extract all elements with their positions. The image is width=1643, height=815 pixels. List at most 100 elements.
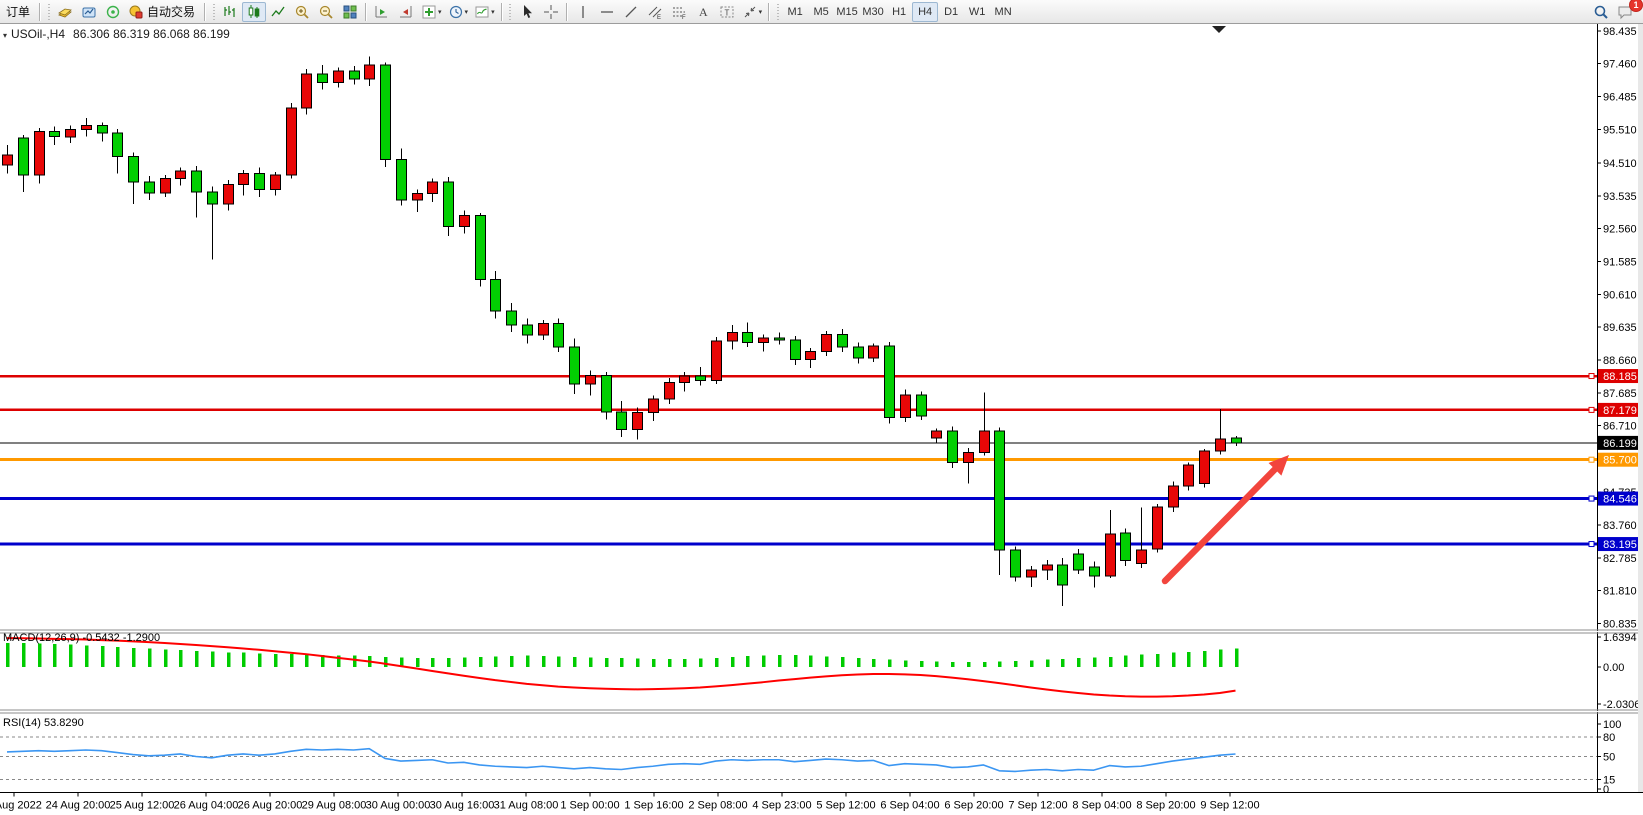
autotrading-button[interactable]: 自动交易 bbox=[125, 2, 201, 22]
level-line-handle[interactable] bbox=[1589, 374, 1594, 379]
timeframe-m30-button[interactable]: M30 bbox=[860, 2, 886, 22]
ohlc-values: 86.306 86.319 86.068 86.199 bbox=[73, 27, 230, 41]
text-button[interactable]: A bbox=[691, 2, 715, 22]
equidistant-channel-button[interactable]: E bbox=[643, 2, 667, 22]
order-button[interactable]: 订单 bbox=[0, 2, 36, 22]
time-axis-label: 4 Sep 23:00 bbox=[752, 800, 811, 812]
price-level-badge-label: 87.179 bbox=[1603, 405, 1637, 417]
timeframe-mn-button[interactable]: MN bbox=[990, 2, 1016, 22]
rsi-label: RSI(14) 53.8290 bbox=[3, 717, 84, 729]
text-label-icon: T bbox=[719, 4, 735, 20]
line-chart-button[interactable] bbox=[266, 2, 290, 22]
toolbar-grip[interactable] bbox=[211, 4, 216, 20]
bar-chart-button[interactable] bbox=[218, 2, 242, 22]
timeframe-m5-button[interactable]: M5 bbox=[808, 2, 834, 22]
line-chart-icon bbox=[270, 4, 286, 20]
chat-button[interactable]: 1 bbox=[1613, 2, 1637, 22]
text-label-button[interactable]: T bbox=[715, 2, 739, 22]
zoom-out-button[interactable] bbox=[314, 2, 338, 22]
timeframe-m15-button[interactable]: M15 bbox=[834, 2, 860, 22]
chevron-down-icon[interactable]: ▾ bbox=[491, 8, 495, 16]
main-toolbar: 订单 自动交易 ▾ ▾ ▾ EFAT ▾ M1M5M15M30H1H4D1W1MN 1 bbox=[0, 0, 1643, 24]
trendline-button[interactable] bbox=[619, 2, 643, 22]
indicators-button[interactable]: ▾ bbox=[418, 2, 445, 22]
horizontal-line-button[interactable] bbox=[595, 2, 619, 22]
trendline-icon bbox=[623, 4, 639, 20]
zoom-in-button[interactable] bbox=[290, 2, 314, 22]
periods-icon bbox=[448, 4, 464, 20]
price-axis-tick-label: 96.485 bbox=[1603, 92, 1637, 104]
autotrading-label: 自动交易 bbox=[144, 3, 198, 20]
window-edge bbox=[1638, 24, 1643, 792]
chart-shift-button[interactable] bbox=[394, 2, 418, 22]
candlestick-button[interactable] bbox=[242, 2, 266, 22]
time-axis-label: 26 Aug 04:00 bbox=[174, 800, 239, 812]
timeframe-w1-button[interactable]: W1 bbox=[964, 2, 990, 22]
chart-canvas[interactable]: MACD(12,26,9) -0.5432 -1.2900RSI(14) 53.… bbox=[0, 0, 1643, 815]
toolbar-grip[interactable] bbox=[46, 4, 51, 20]
rsi-axis-label: 100 bbox=[1603, 719, 1621, 731]
time-axis-label: 2 Sep 08:00 bbox=[688, 800, 747, 812]
chevron-down-icon[interactable]: ▾ bbox=[438, 8, 442, 16]
toolbar-separator bbox=[768, 3, 770, 21]
macd-axis-label: -2.0306 bbox=[1603, 699, 1640, 711]
price-axis-tick-label: 97.460 bbox=[1603, 59, 1637, 71]
toolbar-grip[interactable] bbox=[508, 4, 513, 20]
time-axis-label: 1 Sep 16:00 bbox=[624, 800, 683, 812]
chat-notification-badge: 1 bbox=[1629, 0, 1643, 12]
timeframe-h4-button[interactable]: H4 bbox=[912, 2, 938, 22]
fibonacci-button[interactable]: F bbox=[667, 2, 691, 22]
tile-windows-button[interactable] bbox=[338, 2, 362, 22]
time-axis-label: 7 Sep 12:00 bbox=[1008, 800, 1067, 812]
time-axis-label: 1 Sep 00:00 bbox=[560, 800, 619, 812]
market-watch-button[interactable] bbox=[53, 2, 77, 22]
candlestick-icon bbox=[246, 4, 262, 20]
toolbar-separator bbox=[566, 3, 568, 21]
price-axis-tick-label: 80.835 bbox=[1603, 619, 1637, 631]
market-watch-icon bbox=[57, 4, 73, 20]
rsi-axis-label: 0 bbox=[1603, 784, 1609, 796]
templates-button[interactable]: ▾ bbox=[471, 2, 498, 22]
vertical-line-button[interactable] bbox=[571, 2, 595, 22]
price-axis-tick-label: 91.585 bbox=[1603, 257, 1637, 269]
macd-axis-label: 0.00 bbox=[1603, 662, 1624, 674]
timeframe-d1-button[interactable]: D1 bbox=[938, 2, 964, 22]
price-axis-tick-label: 98.435 bbox=[1603, 26, 1637, 38]
vertical-line-icon bbox=[575, 4, 591, 20]
chevron-down-icon[interactable]: ▾ bbox=[465, 8, 469, 16]
symbol-collapse-icon[interactable]: ▾ bbox=[3, 31, 7, 40]
time-axis-label: 9 Sep 12:00 bbox=[1200, 800, 1259, 812]
auto-scroll-button[interactable] bbox=[370, 2, 394, 22]
time-axis-label: 26 Aug 20:00 bbox=[238, 800, 303, 812]
crosshair-button[interactable] bbox=[539, 2, 563, 22]
signals-button[interactable] bbox=[101, 2, 125, 22]
level-line-handle[interactable] bbox=[1589, 457, 1594, 462]
chart-symbol-info: ▾USOil-,H486.306 86.319 86.068 86.199 bbox=[3, 27, 230, 41]
price-axis-tick-label: 87.685 bbox=[1603, 388, 1637, 400]
cursor-button[interactable] bbox=[515, 2, 539, 22]
chevron-down-icon[interactable]: ▾ bbox=[759, 8, 763, 16]
data-window-icon bbox=[81, 4, 97, 20]
chart-shift-icon bbox=[398, 4, 414, 20]
toolbar-grip[interactable] bbox=[775, 4, 780, 20]
timeframe-h1-button[interactable]: H1 bbox=[886, 2, 912, 22]
toolbar-separator bbox=[39, 3, 41, 21]
periods-button[interactable]: ▾ bbox=[445, 2, 472, 22]
signals-icon bbox=[105, 4, 121, 20]
order-button-label: 订单 bbox=[3, 3, 33, 20]
data-window-button[interactable] bbox=[77, 2, 101, 22]
price-axis-tick-label: 89.635 bbox=[1603, 322, 1637, 334]
zoom-in-icon bbox=[294, 4, 310, 20]
time-axis-label: 24 Aug 20:00 bbox=[46, 800, 111, 812]
search-button[interactable] bbox=[1589, 2, 1613, 22]
level-line-handle[interactable] bbox=[1589, 496, 1594, 501]
equidistant-channel-icon: E bbox=[647, 4, 663, 20]
arrows-button[interactable]: ▾ bbox=[739, 2, 766, 22]
time-axis-label: 25 Aug 12:00 bbox=[110, 800, 175, 812]
level-line-handle[interactable] bbox=[1589, 407, 1594, 412]
timeframe-m1-button[interactable]: M1 bbox=[782, 2, 808, 22]
price-level-badge-label: 84.546 bbox=[1603, 494, 1637, 506]
price-level-badge-label: 85.700 bbox=[1603, 455, 1637, 467]
level-line-handle[interactable] bbox=[1589, 542, 1594, 547]
fibonacci-icon: F bbox=[671, 4, 687, 20]
